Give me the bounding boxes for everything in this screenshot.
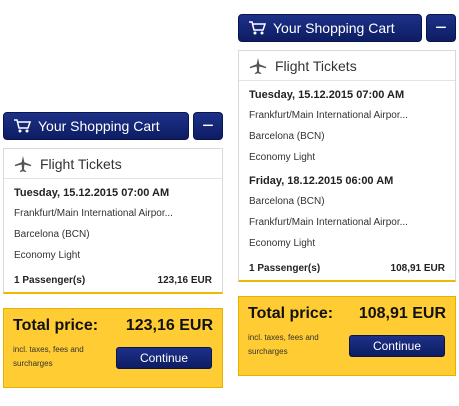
section-title: Flight Tickets (40, 155, 122, 172)
shopping-cart-button[interactable]: Your Shopping Cart (3, 112, 189, 140)
flight-segment: Tuesday, 15.12.2015 07:00 AM Frankfurt/M… (239, 81, 455, 163)
fare-class: Economy Light (249, 238, 316, 249)
continue-button[interactable]: Continue (116, 347, 212, 369)
shopping-cart-icon (14, 119, 31, 133)
cart-header: Your Shopping Cart − (238, 14, 456, 42)
section-title: Flight Tickets (275, 57, 357, 74)
flight-date: Tuesday, 15.12.2015 07:00 AM (14, 187, 170, 199)
shopping-cart-icon (249, 21, 266, 35)
flight-origin: Frankfurt/Main International Airpor... (14, 208, 173, 219)
section-header: Flight Tickets (239, 51, 455, 81)
flight-destination: Barcelona (BCN) (249, 131, 325, 142)
flight-destination: Frankfurt/Main International Airpor... (249, 217, 408, 228)
collapse-button[interactable]: − (426, 14, 456, 42)
flight-origin: Frankfurt/Main International Airpor... (249, 110, 408, 121)
flight-destination: Barcelona (BCN) (14, 229, 90, 240)
total-label: Total price: (248, 305, 334, 322)
shopping-cart-widget-right: Your Shopping Cart − Flight Tickets Tues… (238, 14, 456, 376)
passenger-summary: 1 Passenger(s) 108,91 EUR (239, 259, 455, 280)
flight-date: Tuesday, 15.12.2015 07:00 AM (249, 89, 405, 101)
passenger-count: 1 Passenger(s) (249, 263, 321, 274)
fare-class: Economy Light (249, 152, 316, 163)
flight-date: Friday, 18.12.2015 06:00 AM (249, 175, 394, 187)
airplane-icon (14, 155, 32, 172)
total-value: 123,16 EUR (125, 317, 213, 334)
cart-title: Your Shopping Cart (38, 118, 160, 134)
total-price-box: Total price: 123,16 EUR incl. taxes, fee… (3, 308, 223, 388)
passenger-count: 1 Passenger(s) (14, 275, 86, 286)
continue-button[interactable]: Continue (349, 335, 445, 357)
passenger-summary: 1 Passenger(s) 123,16 EUR (4, 271, 222, 292)
subtotal-price: 123,16 EUR (157, 275, 212, 286)
total-value: 108,91 EUR (358, 305, 446, 322)
total-row: Total price: 108,91 EUR (248, 305, 446, 323)
tax-note: incl. taxes, fees and surcharges (248, 333, 319, 356)
tax-note: incl. taxes, fees and surcharges (13, 345, 84, 368)
flight-segment: Friday, 18.12.2015 06:00 AM Barcelona (B… (239, 173, 455, 249)
total-label: Total price: (13, 317, 99, 334)
fare-class: Economy Light (14, 250, 81, 261)
airplane-icon (249, 57, 267, 74)
shopping-cart-button[interactable]: Your Shopping Cart (238, 14, 422, 42)
total-price-box: Total price: 108,91 EUR incl. taxes, fee… (238, 296, 456, 376)
shopping-cart-widget-left: Your Shopping Cart − Flight Tickets Tues… (3, 112, 223, 388)
cart-title: Your Shopping Cart (273, 20, 395, 36)
flight-segment: Tuesday, 15.12.2015 07:00 AM Frankfurt/M… (4, 179, 222, 261)
cart-header: Your Shopping Cart − (3, 112, 223, 140)
flight-tickets-card: Flight Tickets Tuesday, 15.12.2015 07:00… (3, 148, 223, 294)
collapse-button[interactable]: − (193, 112, 223, 140)
subtotal-price: 108,91 EUR (390, 263, 445, 274)
section-header: Flight Tickets (4, 149, 222, 179)
total-row: Total price: 123,16 EUR (13, 317, 213, 335)
flight-tickets-card: Flight Tickets Tuesday, 15.12.2015 07:00… (238, 50, 456, 282)
flight-origin: Barcelona (BCN) (249, 196, 325, 207)
